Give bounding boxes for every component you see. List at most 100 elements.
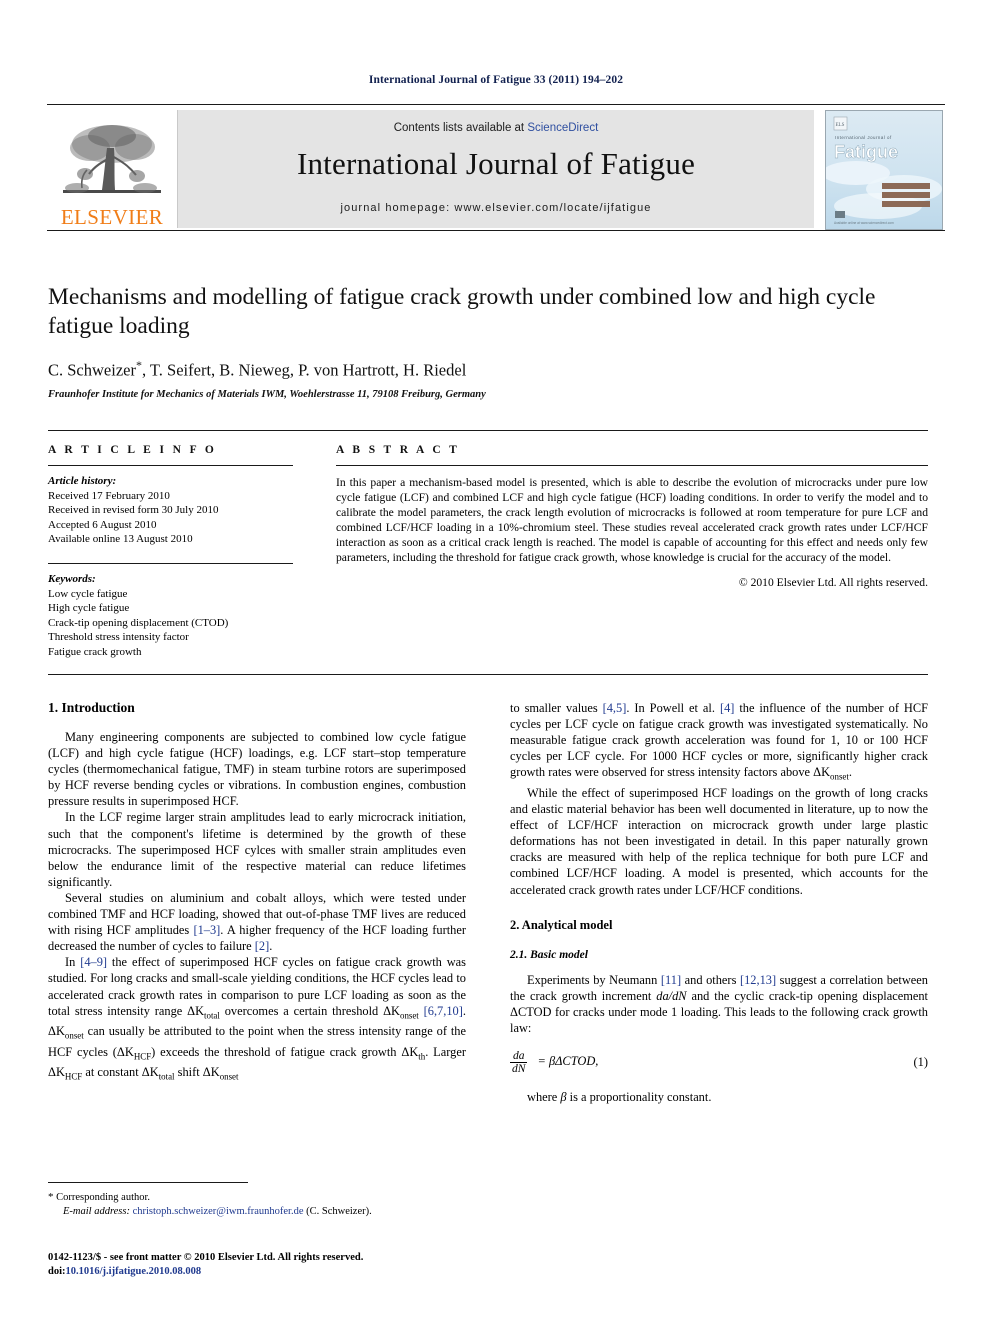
fraction-denominator: dN [510,1061,528,1075]
subscript: onset [64,1030,84,1041]
paragraph: Experiments by Neumann [11] and others [… [510,972,928,1036]
paragraph-text: overcomes a certain threshold ΔK [219,1003,400,1018]
equation-number: (1) [913,1054,928,1069]
paragraph: Several studies on aluminium and cobalt … [48,890,466,954]
journal-banner: Contents lists available at ScienceDirec… [177,110,814,228]
affiliation: Fraunhofer Institute for Mechanics of Ma… [48,388,486,400]
keyword-item: High cycle fatigue [48,602,130,615]
email-link[interactable]: christoph.schweizer@iwm.fraunhofer.de [133,1206,304,1217]
doi-label: doi: [48,1265,66,1277]
keywords-list: Keywords: Low cycle fatigue High cycle f… [48,572,293,660]
article-info-heading: A R T I C L E I N F O [48,444,217,456]
history-item: Received 17 February 2010 [48,489,170,502]
paragraph: where β is a proportionality constant. [510,1089,928,1105]
article-history: Article history: Received 17 February 20… [48,474,293,547]
paragraph: Many engineering components are subjecte… [48,730,466,809]
citation-ref[interactable]: [1–3] [193,923,220,937]
abstract-heading: A B S T R A C T [336,444,460,456]
abstract-column: A B S T R A C T In this paper a mechanis… [336,444,928,660]
author-first: C. Schweizer [48,360,136,380]
keywords-rule [48,562,293,564]
paragraph-text: and others [681,972,740,987]
masthead-bottom-rule [47,230,945,231]
column-gutter [293,444,336,660]
paragraph-text: . [269,939,273,954]
paragraph-text: ) exceeds the threshold of fatigue crack… [151,1044,419,1059]
info-abstract-block: A R T I C L E I N F O Article history: R… [48,430,928,675]
keyword-item: Low cycle fatigue [48,587,128,600]
paragraph-text: . In Powell et al. [626,701,720,715]
paragraph-text: at constant ΔK [82,1065,159,1080]
elsevier-tree-icon [63,125,161,193]
keywords-label: Keywords: [48,572,96,585]
subscript: HCF [133,1051,152,1062]
subscript: onset [219,1071,239,1082]
email-note: E-mail address: christoph.schweizer@iwm.… [48,1205,468,1219]
body-left-column: 1. Introduction Many engineering compone… [48,700,466,1180]
paragraph: to smaller values [4,5]. In Powell et al… [510,700,928,785]
citation-ref[interactable]: [2] [255,939,269,953]
citation-ref[interactable]: [6,7,10] [424,1004,463,1018]
subscript: total [158,1071,175,1082]
equation-1: da dN = βΔCTOD, (1) [510,1050,928,1075]
abstract-text: In this paper a mechanism-based model is… [336,476,928,565]
paragraph-text: is a proportionality constant. [566,1089,712,1104]
masthead-top-rule [47,104,945,105]
article-info-column: A R T I C L E I N F O Article history: R… [48,444,293,660]
journal-title: International Journal of Fatigue [296,146,696,181]
citation-ref[interactable]: [4,5] [603,701,627,715]
citation-ref[interactable]: [12,13] [740,973,776,987]
issn-copyright-line: 0142-1123/$ - see front matter © 2010 El… [48,1252,364,1263]
body-right-column: to smaller values [4,5]. In Powell et al… [510,700,928,1180]
section-heading-introduction: 1. Introduction [48,700,135,715]
journal-masthead: ELSEVIER Contents lists available at Sci… [47,104,945,231]
body-gutter [466,700,510,1180]
sciencedirect-link[interactable]: ScienceDirect [527,122,598,134]
svg-text:ELS: ELS [836,123,845,128]
subscript: HCF [64,1071,83,1082]
paragraph-text: Experiments by Neumann [527,972,661,987]
author-list: C. Schweizer*, T. Seifert, B. Nieweg, P.… [48,358,928,381]
corresponding-author-note: * Corresponding author. [48,1190,468,1205]
paragraph-text: In [65,955,81,970]
elsevier-wordmark: ELSEVIER [60,205,164,229]
doi-link[interactable]: 10.1016/j.ijfatigue.2010.08.008 [66,1266,202,1277]
math-italic: da/dN [656,988,687,1003]
running-head: International Journal of Fatigue 33 (201… [368,74,624,86]
footnote-block: * Corresponding author. E-mail address: … [48,1190,468,1219]
doi-line: doi:10.1016/j.ijfatigue.2010.08.008 [48,1265,478,1279]
cover-artwork: ELS International Journal of Fatigue Ava… [826,111,942,229]
history-item: Accepted 6 August 2010 [48,518,157,531]
email-label: E-mail address: [63,1206,130,1217]
svg-text:International Journal of: International Journal of [835,135,892,140]
paragraph-text: . [848,765,852,780]
contents-prefix: Contents lists available at [393,122,528,134]
body-columns: 1. Introduction Many engineering compone… [48,700,928,1180]
page-title: Mechanisms and modelling of fatigue crac… [48,284,876,339]
citation-ref[interactable]: [11] [661,973,681,987]
keyword-item: Fatigue crack growth [48,645,142,658]
paragraph-text: where [527,1089,561,1104]
subsection-heading-basic-model: 2.1. Basic model [510,948,588,961]
journal-cover-thumbnail[interactable]: ELS International Journal of Fatigue Ava… [825,110,943,230]
equation-expression: da dN = βΔCTOD, [510,1050,598,1075]
citation-ref[interactable]: [4–9] [80,955,107,969]
paragraph: In the LCF regime larger strain amplitud… [48,810,466,889]
subscript: onset [830,771,849,782]
paragraph-text: to smaller values [510,701,603,715]
abstract-rule [336,465,928,466]
keyword-item: Threshold stress intensity factor [48,631,189,644]
journal-homepage-link[interactable]: journal homepage: www.elsevier.com/locat… [178,202,814,214]
elsevier-logo: ELSEVIER [51,110,173,228]
article-page: International Journal of Fatigue 33 (201… [0,0,992,1323]
svg-text:Available online at www.scienc: Available online at www.sciencedirect.co… [834,221,894,225]
history-item: Received in revised form 30 July 2010 [48,504,219,517]
info-top-rule [48,430,928,431]
subscript: onset [399,1010,419,1021]
abstract-copyright: © 2010 Elsevier Ltd. All rights reserved… [738,575,928,589]
paragraph: In [4–9] the effect of superimposed HCF … [48,954,466,1085]
author-rest: , T. Seifert, B. Nieweg, P. von Hartrott… [141,360,467,380]
equation-right-side: = βΔCTOD, [537,1054,599,1069]
article-info-rule [48,465,293,466]
citation-ref[interactable]: [4] [720,701,734,715]
